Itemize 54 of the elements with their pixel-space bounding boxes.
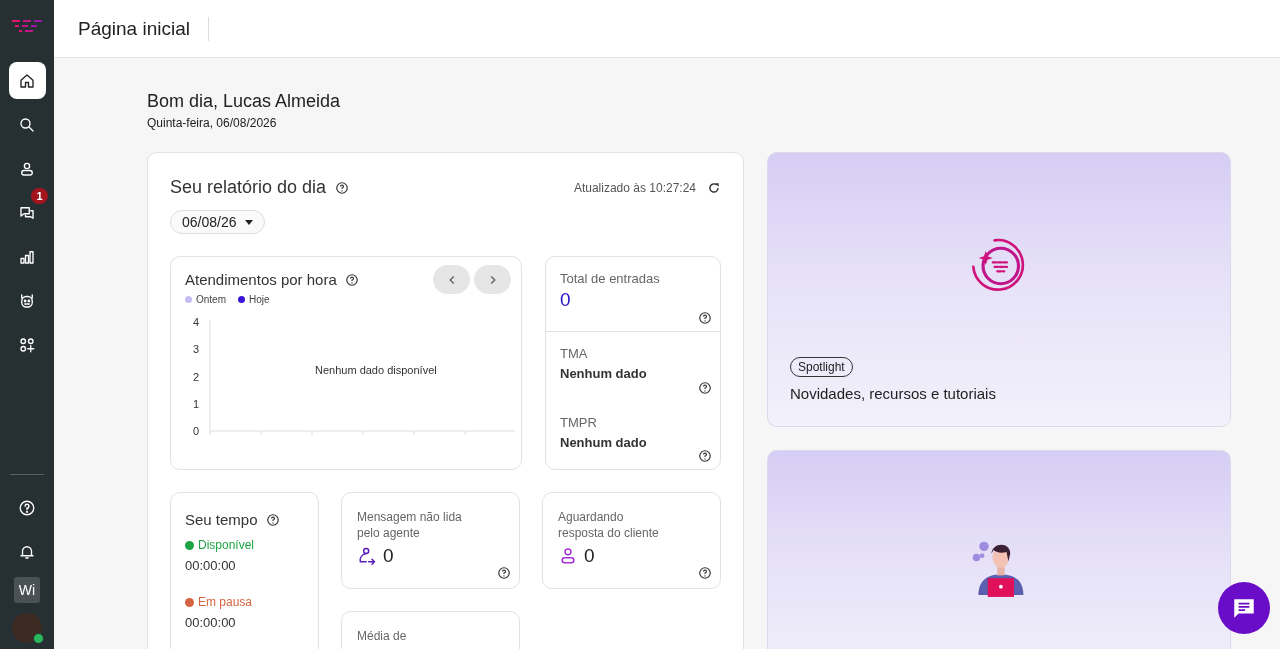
sidebar-item[interactable] [8,62,46,99]
notification-badge: 1 [31,188,48,204]
metric-label: Aguardando resposta do cliente [558,509,660,541]
metric-value: Nenhum dado [560,366,648,381]
help-icon[interactable] [698,449,712,463]
metric-value: 0 [584,545,595,567]
help-icon[interactable] [344,272,359,287]
apps-icon [18,335,36,354]
robot-icon [18,291,36,310]
logo-icon [12,20,42,34]
page-title: Página inicial [78,16,209,41]
greeting-date: Quinta-feira, 06/08/2026 [147,116,278,130]
metric-label: Média de [357,628,408,644]
help-icon[interactable] [335,180,350,195]
spotlight-card[interactable]: Spotlight Novidades, recursos e tutoriais [767,152,1231,427]
person-arrow-icon [357,546,377,566]
metric-label: Mensagem não lida pelo agente [357,509,463,541]
spotlight-title: Novidades, recursos e tutoriais [790,385,996,402]
status-time: 00:00:00 [185,615,237,630]
status-label: Disponível [198,538,255,552]
date-dropdown[interactable]: 06/08/26 [170,210,265,234]
help-icon[interactable] [265,512,280,527]
person-icon [558,546,578,566]
axis-tick-label: 2 [192,370,199,383]
workspace-button[interactable]: Wi [14,577,40,603]
help-icon[interactable] [698,566,712,580]
help-icon[interactable] [698,380,712,395]
metric-label: Total de entradas [560,271,661,286]
help-icon[interactable] [497,566,511,580]
axis-tick-label: 0 [192,425,199,437]
metric-value: 0 [383,545,394,567]
report-title: Seu relatório do dia [170,177,327,198]
help-icon [18,498,36,517]
legend-label: Ontem [196,294,226,305]
empty-chart-message: Nenhum dado disponível [315,364,437,376]
metric-label: TMA [560,346,589,361]
axis-tick-label: 3 [192,343,199,356]
legend-label: Hoje [249,294,270,305]
status-time: 00:00:00 [185,558,237,573]
axis-tick-label: 4 [192,316,199,328]
status-label: Em pausa [198,595,253,609]
greeting-title: Bom dia, Lucas Almeida [147,91,342,112]
search-icon [18,115,36,134]
axis-tick-label: 1 [192,397,199,410]
avatar[interactable] [12,613,42,643]
caret-icon [244,219,253,225]
metric-label: TMPR [560,414,598,430]
refresh-icon[interactable] [707,180,721,195]
help-icon[interactable] [698,311,712,325]
chart-title: Atendimentos por hora [185,271,337,288]
updated-time: Atualizado às 10:27:24 [573,180,696,195]
metric-value: 0 [560,289,572,311]
time-title: Seu tempo [185,511,258,528]
metric-value: Nenhum dado [560,434,648,450]
